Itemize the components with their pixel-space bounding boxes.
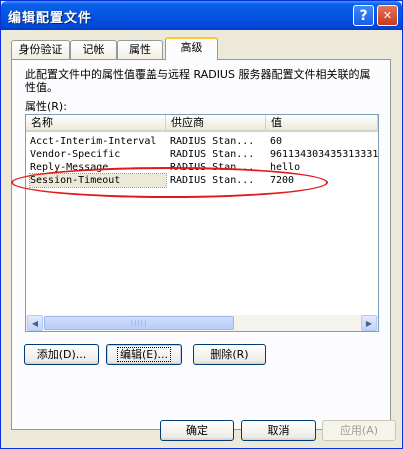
tab-advanced[interactable]: 高级 <box>165 37 218 60</box>
attribute-vendor: RADIUS Stan... <box>170 149 255 160</box>
edit-profile-dialog: 编辑配置文件 ? ✕ 身份验证 记帐 属性 高级 此配置文件中的属性值覆盖与远程… <box>0 0 403 449</box>
help-icon: ? <box>359 7 368 24</box>
attribute-name: Session-Timeout <box>29 173 167 188</box>
dialog-body: 身份验证 记帐 属性 高级 此配置文件中的属性值覆盖与远程 RADIUS 服务器… <box>3 30 400 446</box>
add-button[interactable]: 添加(D)... <box>24 344 99 365</box>
advanced-panel: 此配置文件中的属性值覆盖与远程 RADIUS 服务器配置文件相关联的属性值。 属… <box>11 59 391 430</box>
attribute-vendor: RADIUS Stan... <box>170 162 255 173</box>
column-header-vendor[interactable]: 供应商 <box>166 115 266 132</box>
attributes-label: 属性(R): <box>25 100 67 113</box>
column-header-value[interactable]: 值 <box>266 115 378 132</box>
close-icon: ✕ <box>382 9 393 22</box>
arrow-left-icon: ◀ <box>31 318 39 328</box>
attribute-name: Acct-Interim-Interval <box>30 136 157 147</box>
attribute-value: 7200 <box>270 175 295 186</box>
window-title: 编辑配置文件 <box>8 11 93 26</box>
remove-button[interactable]: 删除(R) <box>193 344 266 365</box>
tab-authentication[interactable]: 身份验证 <box>11 40 70 59</box>
scroll-right-button[interactable]: ▶ <box>361 315 377 331</box>
grip-icon: ||||| <box>130 319 148 327</box>
panel-description: 此配置文件中的属性值覆盖与远程 RADIUS 服务器配置文件相关联的属性值。 <box>25 68 371 94</box>
attribute-value: hello <box>270 162 301 173</box>
cancel-button[interactable]: 取消 <box>241 420 316 441</box>
attribute-vendor: RADIUS Stan... <box>170 136 255 147</box>
tab-accounting[interactable]: 记帐 <box>70 40 117 59</box>
attribute-value: 9611343034353133313 <box>270 149 378 160</box>
help-button[interactable]: ? <box>353 5 374 26</box>
list-item-selected[interactable]: Session-Timeout RADIUS Stan... 7200 <box>26 173 378 188</box>
list-item[interactable]: Vendor-Specific RADIUS Stan... 961134303… <box>26 148 378 161</box>
ok-button[interactable]: 确定 <box>160 420 234 441</box>
edit-button-label: 编辑(E)... <box>116 347 172 362</box>
attribute-vendor: RADIUS Stan... <box>170 175 255 186</box>
horizontal-scrollbar[interactable]: ◀ ||||| ▶ <box>26 315 378 331</box>
list-item[interactable]: Acct-Interim-Interval RADIUS Stan... 60 <box>26 135 378 148</box>
scroll-left-button[interactable]: ◀ <box>27 315 43 331</box>
attribute-name: Reply-Message <box>30 162 109 173</box>
attribute-value: 60 <box>270 136 283 147</box>
list-item[interactable]: Reply-Message RADIUS Stan... hello <box>26 161 378 174</box>
apply-button[interactable]: 应用(A) <box>322 420 396 441</box>
edit-button[interactable]: 编辑(E)... <box>106 344 182 365</box>
close-button[interactable]: ✕ <box>377 5 398 26</box>
column-header-name[interactable]: 名称 <box>26 115 166 132</box>
title-bar[interactable]: 编辑配置文件 ? ✕ <box>1 1 402 30</box>
attribute-name: Vendor-Specific <box>30 149 121 160</box>
tab-attributes[interactable]: 属性 <box>117 40 163 59</box>
scroll-thumb[interactable]: ||||| <box>44 316 234 330</box>
attributes-list[interactable]: 名称 供应商 值 Acct-Interim-Interval RADIUS St… <box>25 114 379 332</box>
arrow-right-icon: ▶ <box>365 318 373 328</box>
